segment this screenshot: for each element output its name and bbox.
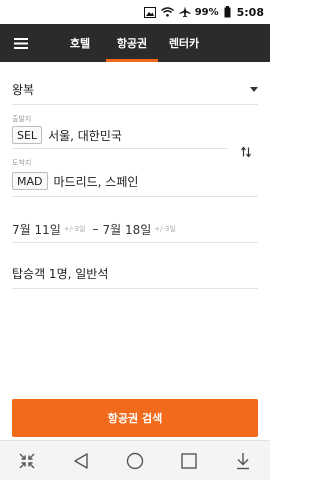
destination-code: MAD bbox=[12, 172, 48, 190]
tab-flights[interactable]: 항공권 bbox=[106, 24, 158, 62]
hamburger-menu-icon[interactable] bbox=[0, 24, 42, 62]
tab-label: 렌터카 bbox=[168, 37, 200, 50]
recents-icon[interactable] bbox=[174, 446, 204, 476]
search-flights-button[interactable]: 항공권 검색 bbox=[12, 399, 258, 437]
system-nav-bar bbox=[0, 440, 270, 480]
origin-field[interactable]: SEL 서울, 대한민국 bbox=[12, 126, 122, 144]
divider bbox=[12, 242, 258, 243]
battery-percent: 99% bbox=[194, 6, 219, 18]
divider bbox=[12, 148, 228, 149]
return-flex: +/-3일 bbox=[154, 225, 176, 233]
depart-flex: +/-3일 bbox=[63, 225, 86, 233]
trip-type-dropdown[interactable]: 왕복 bbox=[12, 76, 258, 102]
wifi-icon bbox=[160, 7, 174, 17]
date-separator: – bbox=[92, 222, 99, 236]
collapse-icon[interactable] bbox=[12, 446, 42, 476]
product-tabs: 호텔 항공권 렌터카 bbox=[54, 24, 210, 62]
origin-label: 출발지 bbox=[12, 115, 32, 123]
notification-image-icon bbox=[143, 6, 156, 18]
destination-label: 도착지 bbox=[12, 159, 32, 167]
clock: 5:08 bbox=[236, 5, 264, 19]
origin-city: 서울, 대한민국 bbox=[48, 128, 122, 143]
notification-pull-icon[interactable] bbox=[228, 446, 258, 476]
passengers-field[interactable]: 탑승객 1명, 일반석 bbox=[12, 262, 258, 284]
home-icon[interactable] bbox=[120, 446, 150, 476]
tab-car-rental[interactable]: 렌터카 bbox=[158, 24, 210, 62]
destination-field[interactable]: MAD 마드리드, 스페인 bbox=[12, 172, 138, 190]
tab-label: 호텔 bbox=[69, 37, 91, 50]
return-date: 7월 18일 bbox=[102, 222, 152, 237]
search-button-label: 항공권 검색 bbox=[107, 412, 163, 425]
swap-vertical-icon[interactable] bbox=[236, 142, 256, 162]
divider bbox=[12, 288, 258, 289]
destination-city: 마드리드, 스페인 bbox=[53, 174, 139, 189]
tab-label: 항공권 bbox=[116, 37, 148, 50]
back-icon[interactable] bbox=[66, 446, 96, 476]
divider bbox=[12, 104, 258, 105]
divider bbox=[12, 196, 258, 197]
top-app-bar: 호텔 항공권 렌터카 bbox=[0, 24, 270, 62]
tab-hotels[interactable]: 호텔 bbox=[54, 24, 106, 62]
passengers-value: 탑승객 1명, 일반석 bbox=[12, 266, 109, 281]
trip-type-value: 왕복 bbox=[12, 82, 35, 97]
airplane-mode-icon bbox=[179, 6, 191, 18]
depart-date: 7월 11일 bbox=[12, 222, 61, 237]
dropdown-caret-icon bbox=[250, 86, 258, 92]
battery-icon bbox=[224, 6, 231, 18]
origin-code: SEL bbox=[12, 126, 43, 144]
status-bar: 99% 5:08 bbox=[0, 0, 270, 24]
dates-field[interactable]: 7월 11일 +/-3일 – 7월 18일 +/-3일 bbox=[12, 218, 258, 240]
